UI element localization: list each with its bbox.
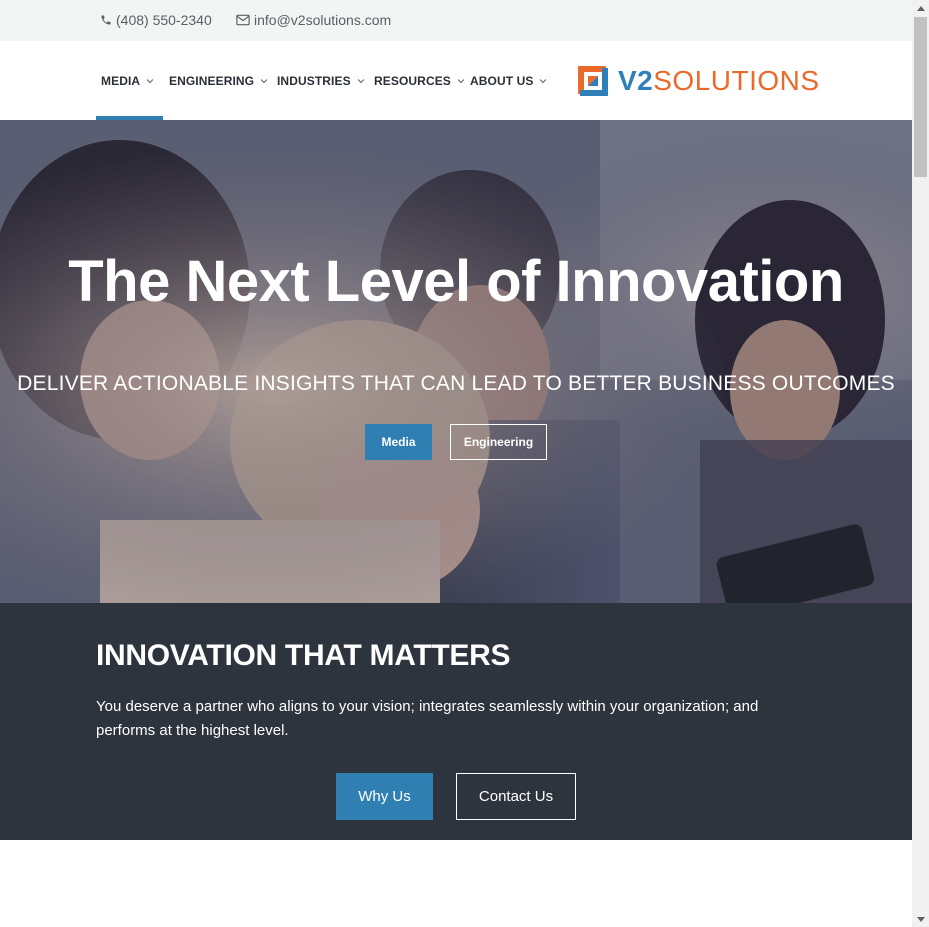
triangle-down-icon (916, 916, 925, 922)
nav-item-media[interactable]: MEDIA (101, 41, 154, 120)
nav-item-label: INDUSTRIES (277, 73, 351, 88)
engineering-button[interactable]: Engineering (450, 424, 547, 460)
media-button[interactable]: Media (365, 424, 432, 460)
scrollbar-thumb[interactable] (914, 17, 927, 177)
email-link[interactable]: info@v2solutions.com (236, 12, 391, 28)
nav-item-label: ENGINEERING (169, 73, 255, 88)
brand-wordmark-v2: V2 (618, 65, 654, 96)
contact-us-button[interactable]: Contact Us (456, 773, 576, 820)
main-navigation: MEDIA ENGINEERING INDUSTRIES RESOURCES A… (0, 41, 912, 120)
section-title: INNOVATION THAT MATTERS (96, 639, 511, 672)
chevron-down-icon (146, 78, 154, 83)
hero-title: The Next Level of Innovation (68, 249, 844, 314)
scroll-up-button[interactable] (912, 0, 929, 17)
nav-item-label: MEDIA (101, 73, 141, 88)
nav-item-industries[interactable]: INDUSTRIES (277, 41, 365, 120)
page: (408) 550-2340 info@v2solutions.com MEDI… (0, 0, 912, 927)
why-us-button[interactable]: Why Us (336, 773, 433, 820)
chevron-down-icon (540, 78, 547, 83)
nav-item-label: ABOUT US (470, 73, 534, 88)
chevron-down-icon (260, 78, 268, 83)
brand-wordmark: V2SOLUTIONS (618, 67, 820, 95)
chevron-down-icon (357, 78, 365, 83)
email-address: info@v2solutions.com (254, 12, 392, 28)
phone-link[interactable]: (408) 550-2340 (100, 12, 212, 28)
hero-subtitle: DELIVER ACTIONABLE INSIGHTS THAT CAN LEA… (17, 372, 895, 395)
envelope-icon (236, 14, 250, 26)
contact-bar: (408) 550-2340 info@v2solutions.com (0, 0, 912, 41)
hero-banner: The Next Level of Innovation DELIVER ACT… (0, 120, 912, 603)
phone-number: (408) 550-2340 (116, 12, 212, 28)
chevron-down-icon (457, 78, 465, 83)
nav-item-resources[interactable]: RESOURCES (374, 41, 465, 120)
nav-item-about-us[interactable]: ABOUT US (470, 41, 547, 120)
nav-item-label: RESOURCES (374, 73, 451, 88)
phone-icon (101, 15, 111, 25)
innovation-section: INNOVATION THAT MATTERS You deserve a pa… (0, 603, 912, 840)
triangle-up-icon (916, 5, 925, 11)
section-description: You deserve a partner who aligns to your… (96, 698, 759, 739)
brand-logo[interactable]: V2SOLUTIONS (576, 61, 820, 101)
v2-logo-mark-icon (578, 66, 608, 96)
brand-wordmark-solutions: SOLUTIONS (653, 65, 820, 96)
nav-item-engineering[interactable]: ENGINEERING (169, 41, 268, 120)
hero-overlay (0, 120, 912, 603)
scroll-down-button[interactable] (912, 910, 929, 927)
vertical-scrollbar[interactable] (912, 0, 929, 927)
